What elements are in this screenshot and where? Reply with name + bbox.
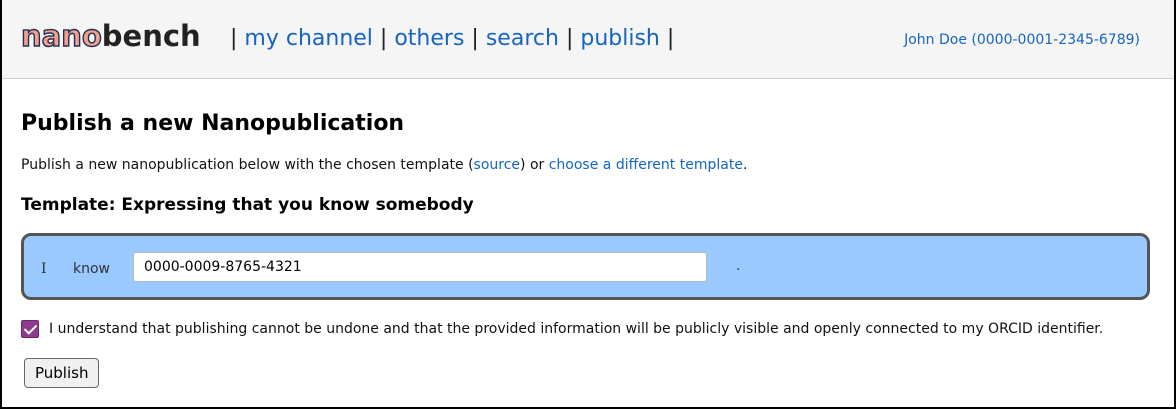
choose-template-link[interactable]: choose a different template (549, 157, 743, 173)
page-title: Publish a new Nanopublication (21, 111, 405, 136)
nav-my-channel[interactable]: my channel (244, 26, 373, 51)
nav-separator: | (666, 26, 675, 51)
logo-nano-part: nano (20, 18, 102, 53)
orcid-object-input[interactable] (133, 252, 707, 282)
nanobench-logo[interactable]: nanobench (20, 18, 201, 54)
template-heading: Template: Expressing that you know someb… (21, 195, 474, 215)
page: nanobench | my channel | others | search… (0, 0, 1176, 409)
main-nav: | my channel | others | search | publish… (230, 24, 674, 54)
top-navigation-bar: nanobench | my channel | others | search… (2, 0, 1174, 79)
nav-search[interactable]: search (486, 26, 559, 51)
statement-subject: I (41, 261, 47, 277)
statement-box: I know . (21, 233, 1150, 300)
nav-separator: | (471, 26, 479, 51)
statement-predicate: know (73, 261, 110, 277)
nav-separator: | (565, 26, 574, 51)
nav-others[interactable]: others (394, 26, 464, 51)
intro-text: Publish a new nanopublication below with… (21, 157, 747, 173)
publish-button[interactable]: Publish (24, 358, 100, 388)
intro-text-middle: ) or (520, 157, 549, 173)
consent-label[interactable]: I understand that publishing cannot be u… (49, 321, 1103, 337)
nav-publish[interactable]: publish (580, 26, 660, 51)
logo-bench-part: bench (101, 19, 201, 53)
nav-separator: | (379, 26, 388, 51)
user-profile-link[interactable]: John Doe (0000-0001-2345-6789) (904, 32, 1140, 48)
statement-terminator: . (736, 258, 741, 274)
intro-text-after: . (742, 157, 748, 173)
nav-separator: | (230, 26, 238, 51)
source-link[interactable]: source (474, 157, 521, 173)
consent-checkbox[interactable] (21, 320, 39, 338)
intro-text-before: Publish a new nanopublication below with… (21, 157, 474, 173)
